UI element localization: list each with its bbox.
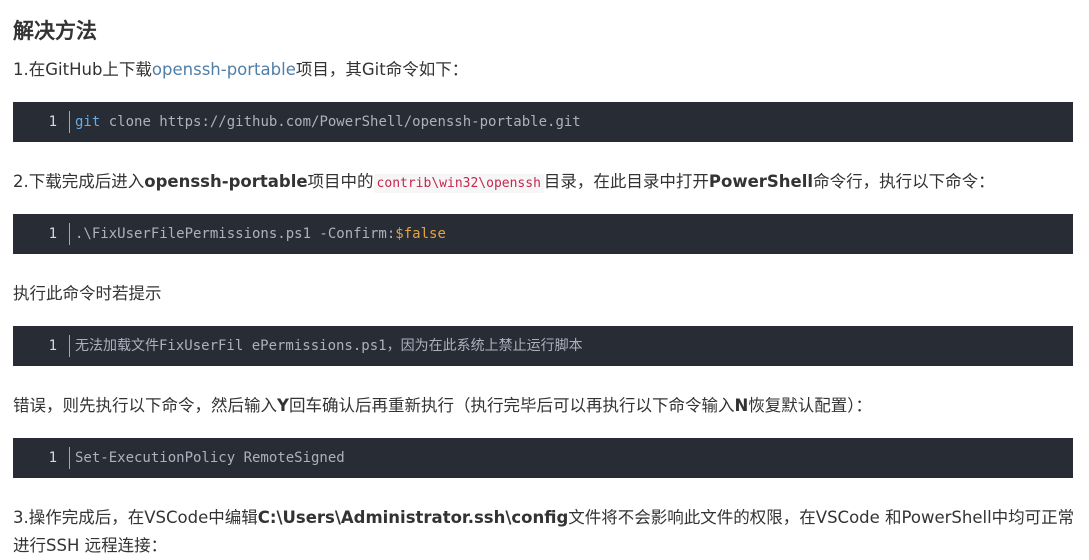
line-number: 1 [48, 338, 57, 354]
step2-suffix: 命令行，执行以下命令： [813, 172, 995, 191]
code-text: .\FixUserFilePermissions.ps1 -Confirm: [75, 226, 396, 242]
step2-bold-project: openssh-portable [144, 172, 308, 191]
code-block-error-message[interactable]: 1 无法加载文件FixUserFil ePermissions.ps1，因为在此… [13, 326, 1073, 366]
step2-bold-powershell: PowerShell [708, 172, 814, 191]
code-line: 无法加载文件FixUserFil ePermissions.ps1，因为在此系统… [75, 338, 583, 354]
step2-mid1: 项目中的 [307, 172, 374, 191]
step3-prefix: 3.操作完成后，在VSCode中编辑 [13, 508, 258, 527]
gutter-divider [69, 223, 70, 245]
line-number: 1 [48, 450, 57, 466]
gutter-divider [69, 111, 70, 133]
step1-suffix: 项目，其Git命令如下： [295, 60, 469, 79]
step3-paragraph: 3.操作完成后，在VSCode中编辑C:\Users\Administrator… [13, 504, 1075, 560]
line-number: 1 [48, 226, 57, 242]
code-block-fix-permissions[interactable]: 1 .\FixUserFilePermissions.ps1 -Confirm:… [13, 214, 1073, 254]
note2-paragraph: 错误，则先执行以下命令，然后输入Y回车确认后再重新执行（执行完毕后可以再执行以下… [13, 392, 872, 420]
gutter-divider [69, 447, 70, 469]
code-line: git clone https://github.com/PowerShell/… [75, 102, 581, 142]
note2-mid: 回车确认后再重新执行（执行完毕后可以再执行以下命令输入 [288, 396, 735, 415]
code-block-execution-policy[interactable]: 1 Set-ExecutionPolicy RemoteSigned [13, 438, 1073, 478]
openssh-portable-link[interactable]: openssh-portable [152, 60, 296, 79]
gutter-divider [69, 335, 70, 357]
step2-paragraph: 2.下载完成后进入openssh-portable项目中的 contrib\win… [13, 168, 995, 198]
inline-code-path: contrib\win32\openssh [373, 174, 544, 193]
step1-prefix: 1.在GitHub上下载 [13, 60, 152, 79]
note1-paragraph: 执行此命令时若提示 [13, 284, 162, 303]
code-variable: $false [395, 226, 446, 242]
line-number: 1 [48, 114, 57, 130]
code-keyword: git [75, 114, 101, 130]
step3-bold-path: C:\Users\Administrator.ssh\config [257, 508, 569, 527]
code-block-git-clone[interactable]: 1 git clone https://github.com/PowerShel… [13, 102, 1073, 142]
code-line: Set-ExecutionPolicy RemoteSigned [75, 450, 345, 466]
step2-mid2: 目录，在此目录中打开 [543, 172, 709, 191]
section-heading: 解决方法 [13, 19, 97, 43]
note2-bold-n: N [734, 396, 749, 415]
code-line: .\FixUserFilePermissions.ps1 -Confirm:$f… [75, 214, 446, 254]
note2-suffix: 恢复默认配置）： [748, 396, 873, 415]
step2-prefix: 2.下载完成后进入 [13, 172, 145, 191]
step1-paragraph: 1.在GitHub上下载openssh-portable项目，其Git命令如下： [13, 56, 468, 84]
note2-bold-y: Y [277, 396, 289, 415]
note2-prefix: 错误，则先执行以下命令，然后输入 [13, 396, 277, 415]
code-text: clone https://github.com/PowerShell/open… [100, 114, 581, 130]
